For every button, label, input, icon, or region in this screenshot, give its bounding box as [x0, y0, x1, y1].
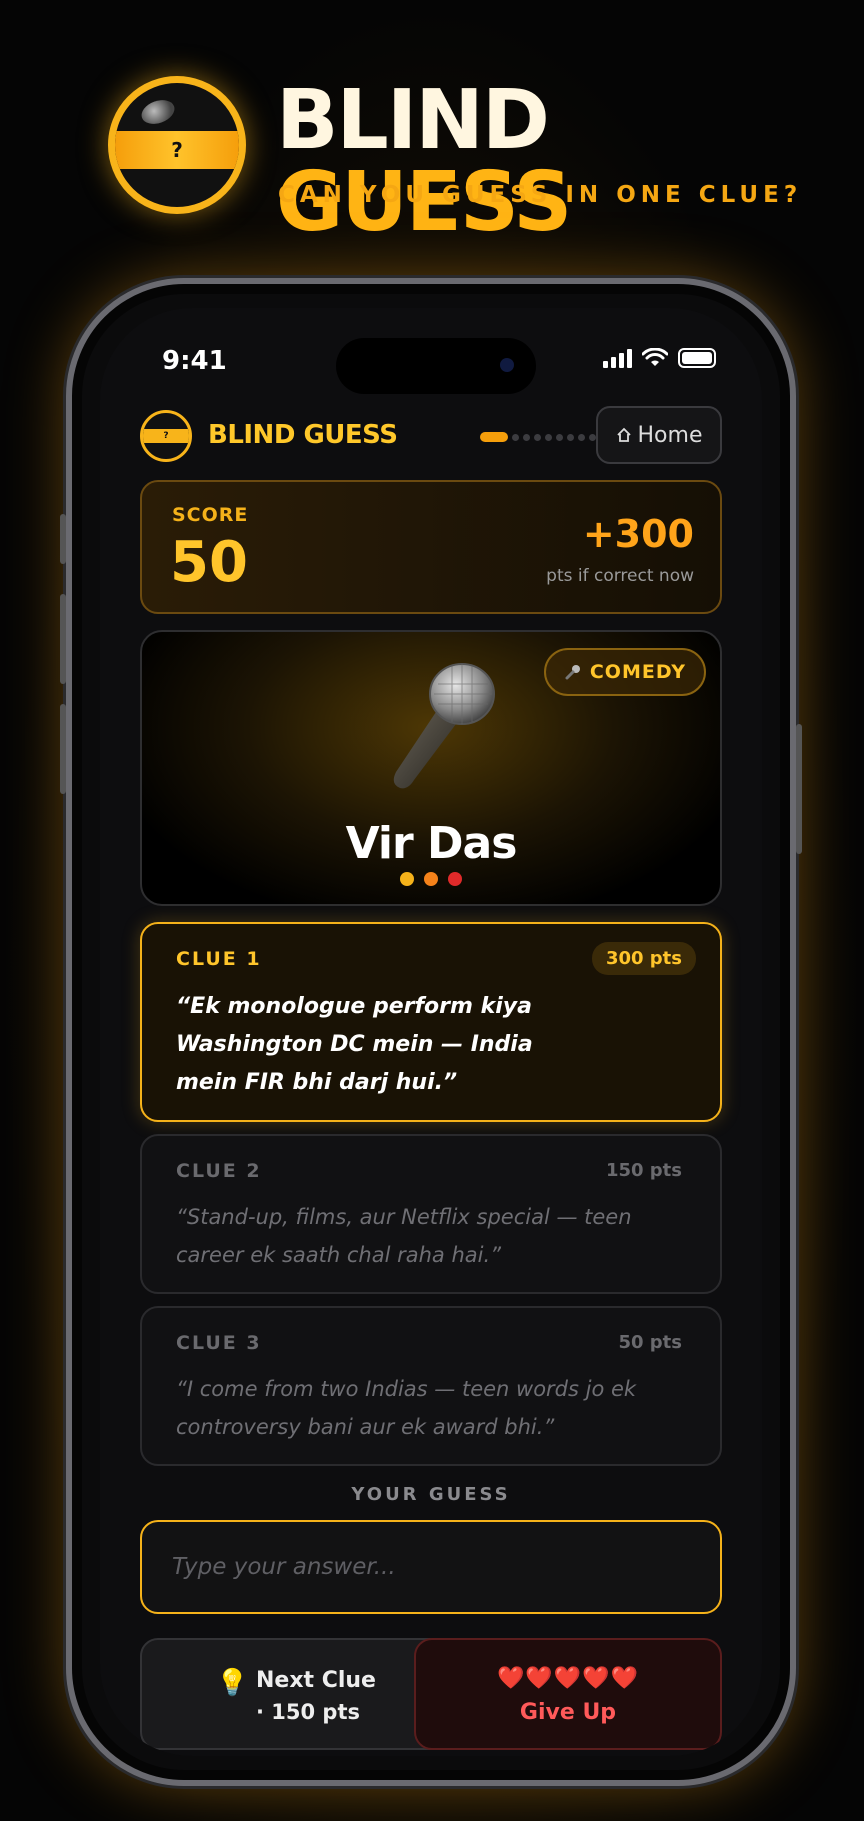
next-clue-label: Next Clue	[256, 1668, 376, 1693]
score-label: SCORE	[172, 504, 249, 526]
phone-frame: 9:41 ? BLIND GUESS Home SCORE 50 +300 pt…	[60, 278, 802, 1786]
app-name: BLIND GUESS	[208, 420, 398, 450]
volume-down-button	[60, 704, 66, 794]
hero-dot	[448, 872, 462, 886]
clue-label: CLUE 2	[176, 1160, 262, 1182]
progress-dot	[556, 433, 563, 441]
progress-dot	[480, 432, 508, 442]
round-progress	[480, 432, 607, 442]
clue-card-2[interactable]: CLUE 2 150 pts “Stand-up, films, aur Net…	[140, 1134, 722, 1294]
give-up-button[interactable]: ❤️❤️❤️❤️❤️ Give Up	[414, 1638, 722, 1750]
clue-card-3[interactable]: CLUE 3 50 pts “I come from two Indias — …	[140, 1306, 722, 1466]
lightbulb-icon: 💡	[216, 1668, 249, 1698]
volume-up-button	[60, 594, 66, 684]
poster-title-word1: BLIND	[276, 73, 550, 168]
guess-label: YOUR GUESS	[351, 1484, 511, 1505]
clue-points: 300 pts	[591, 942, 696, 975]
logo-band: ?	[115, 131, 239, 169]
home-label: Home	[637, 422, 703, 448]
clue-card-1: CLUE 1 300 pts “Ek monologue perform kiy…	[140, 922, 722, 1122]
home-button[interactable]: Home	[596, 406, 722, 464]
clue-points: 150 pts	[605, 1160, 682, 1181]
clue-text: “I come from two Indias — teen words jo …	[176, 1377, 637, 1439]
hero-dot	[424, 872, 438, 886]
action-button	[60, 514, 66, 564]
status-icons	[603, 348, 716, 368]
category-label: COMEDY	[589, 661, 686, 683]
progress-dot	[589, 433, 596, 441]
celebrity-card: COMEDY Vir Das	[140, 630, 722, 906]
home-icon	[616, 427, 631, 442]
progress-dot	[578, 433, 585, 441]
progress-dot	[523, 433, 530, 441]
clue-label: CLUE 3	[176, 1332, 262, 1354]
poster-tagline: CAN YOU GUESS IN ONE CLUE?	[278, 182, 803, 208]
status-bar: 9:41	[100, 338, 762, 394]
clue-points: 50 pts	[618, 1332, 682, 1353]
signal-icon	[603, 348, 632, 368]
app-bar: ? BLIND GUESS Home	[140, 406, 722, 466]
potential-points-caption: pts if correct now	[546, 566, 694, 586]
category-badge: COMEDY	[543, 648, 706, 696]
poster-logo: ?	[108, 76, 246, 214]
potential-points: +300	[582, 512, 694, 556]
progress-dot	[512, 433, 519, 441]
power-button	[796, 724, 802, 854]
poster-title: BLIND GUESS	[276, 80, 864, 244]
next-clue-button[interactable]: 💡 Next Clue · 150 pts	[140, 1638, 448, 1750]
microphone-image	[393, 663, 495, 789]
guess-input[interactable]	[140, 1520, 722, 1614]
next-clue-cost: · 150 pts	[256, 1700, 361, 1724]
microphone-icon	[565, 665, 580, 680]
status-time: 9:41	[162, 346, 227, 376]
battery-icon	[678, 348, 716, 368]
app-logo: ?	[140, 410, 192, 462]
hero-dot	[400, 872, 414, 886]
clue-text: “Ek monologue perform kiya Washington DC…	[176, 994, 533, 1095]
wifi-icon	[642, 348, 668, 366]
progress-dot	[567, 433, 574, 441]
dynamic-island	[336, 338, 536, 394]
phone-screen: 9:41 ? BLIND GUESS Home SCORE 50 +300 pt…	[100, 308, 762, 1756]
progress-dot	[534, 433, 541, 441]
camera-icon	[500, 358, 514, 372]
celebrity-name: Vir Das	[345, 818, 518, 869]
logo-shine	[138, 95, 178, 129]
score-value: 50	[170, 530, 248, 595]
clue-label: CLUE 1	[176, 948, 262, 970]
hero-dots	[142, 872, 720, 886]
app-logo-band: ?	[143, 429, 189, 443]
give-up-label: Give Up	[519, 1700, 617, 1725]
lives-hearts-icon: ❤️❤️❤️❤️❤️	[497, 1666, 639, 1691]
progress-dot	[545, 433, 552, 441]
clue-text: “Stand-up, films, aur Netflix special — …	[176, 1205, 632, 1267]
score-card: SCORE 50 +300 pts if correct now	[140, 480, 722, 614]
